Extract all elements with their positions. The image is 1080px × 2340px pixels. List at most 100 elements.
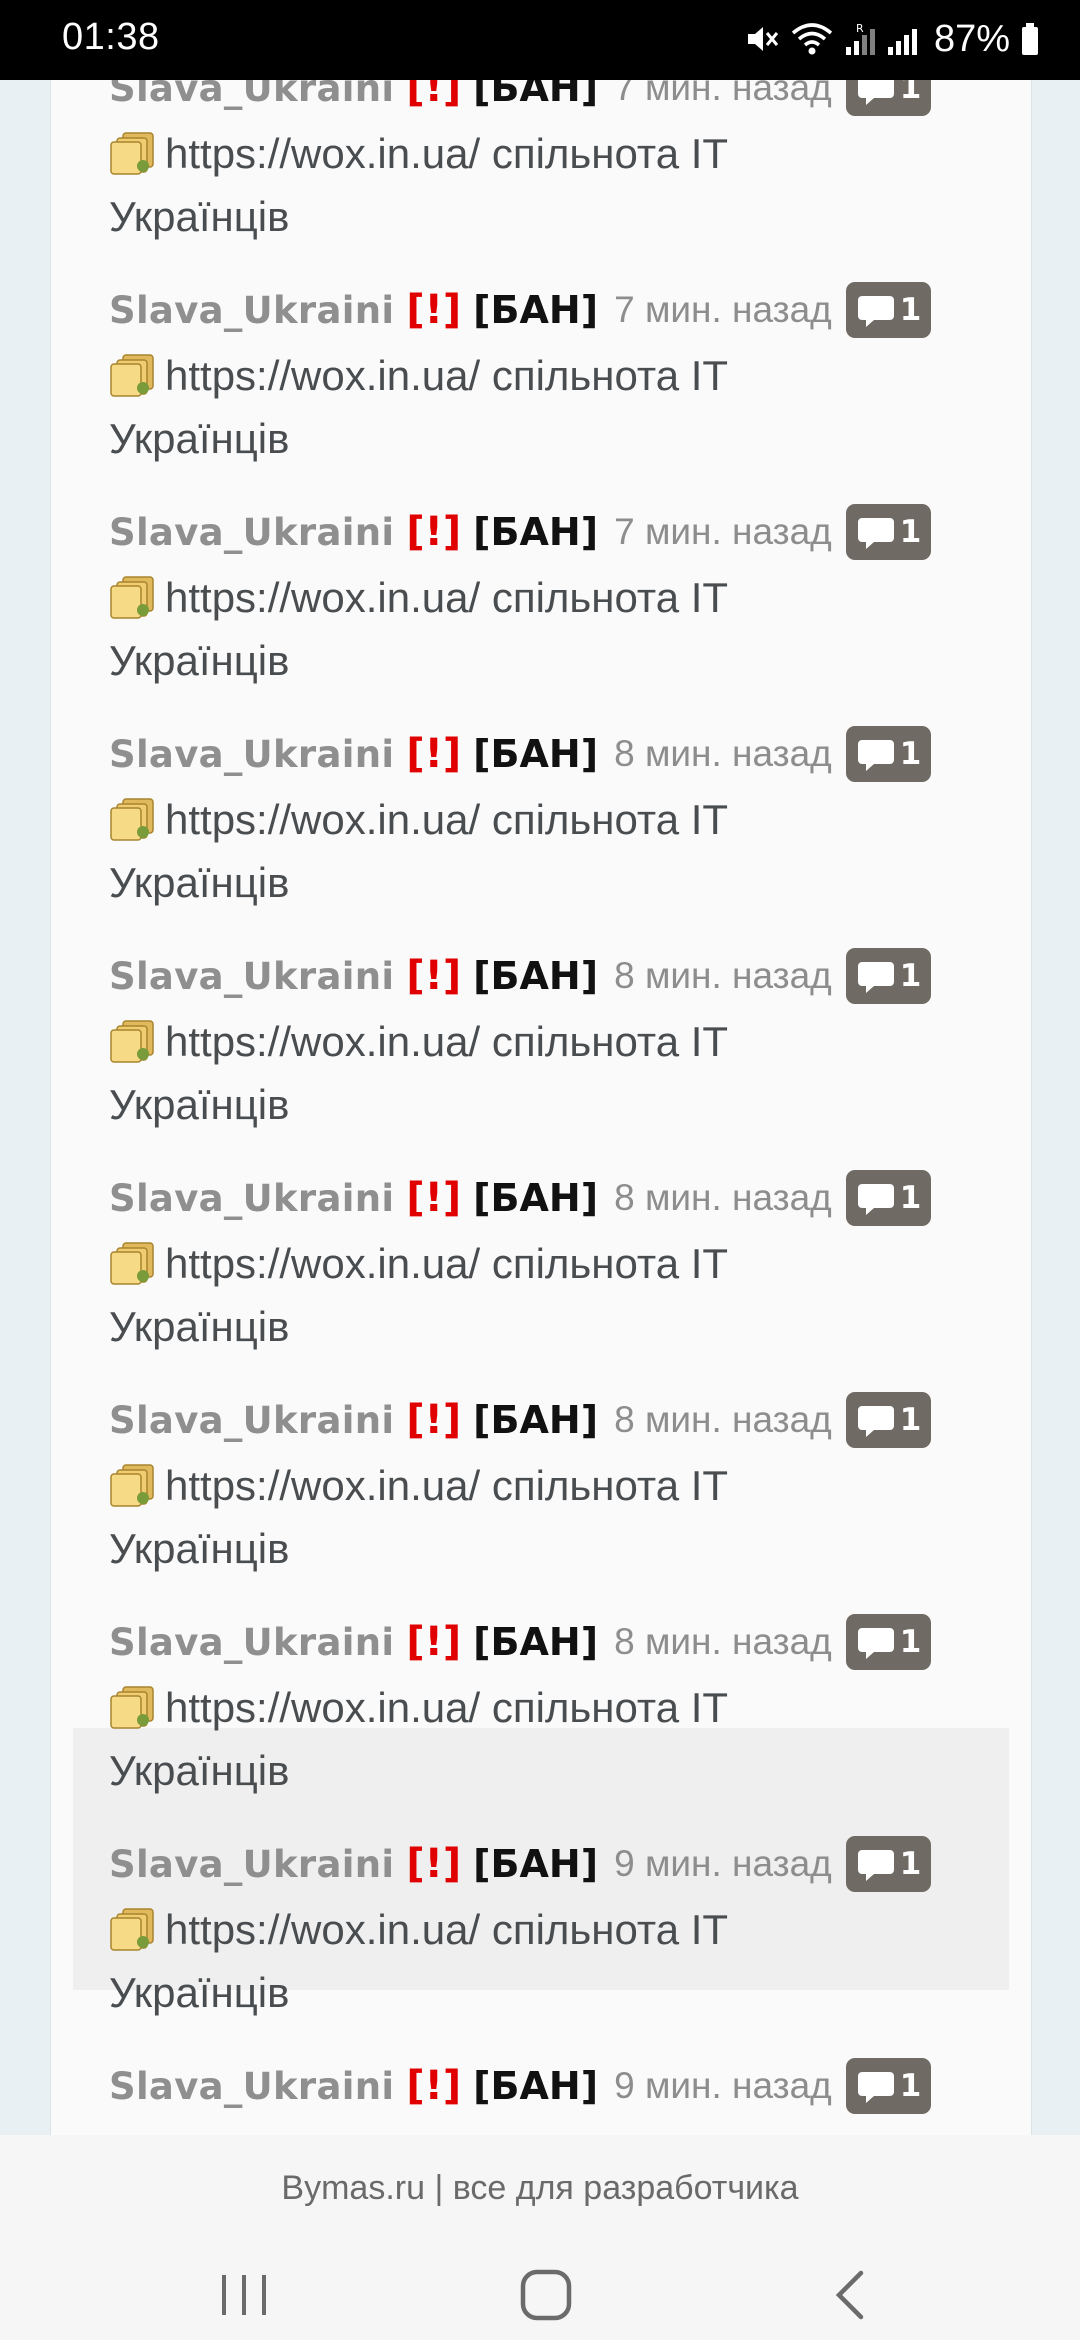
feed-item[interactable]: Slava_Ukraini [!] [БАН] 9 мин. назад 1 (51, 2046, 1031, 2135)
message-content[interactable]: https://wox.in.ua/ спільнота IT Українці… (109, 352, 727, 462)
back-button[interactable] (790, 2255, 910, 2335)
message-content[interactable]: https://wox.in.ua/ спільнота IT Українці… (109, 1240, 727, 1350)
feed-item[interactable]: Slava_Ukraini [!] [БАН] 7 мин. назад 1 https:… (51, 80, 1031, 270)
wifi-icon (791, 23, 833, 55)
recent-apps-icon (222, 2275, 266, 2315)
ban-link[interactable]: [БАН] (473, 1842, 598, 1886)
comment-icon (856, 736, 896, 772)
comment-count-button[interactable]: 1 (845, 2058, 932, 2114)
feed-item[interactable]: Slava_Ukraini [!] [БАН] 8 мин. назад 1 https:… (51, 1380, 1031, 1602)
ban-link[interactable]: [БАН] (473, 80, 598, 110)
ban-link[interactable]: [БАН] (473, 1398, 598, 1442)
comment-icon (856, 514, 896, 550)
comment-icon (856, 1624, 896, 1660)
comment-count-button[interactable]: 1 (845, 1170, 932, 1226)
author-name[interactable]: Slava_Ukraini (109, 80, 394, 110)
author-name[interactable]: Slava_Ukraini (109, 511, 394, 554)
post-time: 7 мин. назад (614, 80, 832, 108)
comment-count: 1 (899, 1846, 922, 1882)
feed-item[interactable]: Slava_Ukraini [!] [БАН] 8 мин. назад 1 https:… (51, 714, 1031, 936)
comment-count: 1 (899, 80, 922, 106)
post-time: 9 мин. назад (614, 1843, 832, 1884)
comment-count: 1 (899, 2068, 922, 2104)
report-flag[interactable]: [!] (406, 287, 461, 333)
item-meta: Slava_Ukraini [!] [БАН] 8 мин. назад 1 (109, 1602, 1031, 1682)
message-text: https://wox.in.ua/ спільнота IT Українці… (109, 344, 869, 470)
ban-link[interactable]: [БАН] (473, 1620, 598, 1664)
message-text: https://wox.in.ua/ спільнота IT Українці… (109, 1676, 869, 1802)
feed-item[interactable]: Slava_Ukraini [!] [БАН] 8 мин. назад 1 https:… (51, 1158, 1031, 1380)
message-content[interactable]: https://wox.in.ua/ спільнота IT Українці… (109, 1684, 727, 1794)
feed-item[interactable]: Slava_Ukraini [!] [БАН] 9 мин. назад 1 https:… (51, 1824, 1031, 2046)
author-name[interactable]: Slava_Ukraini (109, 2065, 394, 2108)
author-name[interactable]: Slava_Ukraini (109, 733, 394, 776)
author-name[interactable]: Slava_Ukraini (109, 1843, 394, 1886)
ban-link[interactable]: [БАН] (473, 510, 598, 554)
ban-link[interactable]: [БАН] (473, 1176, 598, 1220)
feed-item[interactable]: Slava_Ukraini [!] [БАН] 8 мин. назад 1 https:… (51, 936, 1031, 1158)
report-flag[interactable]: [!] (406, 953, 461, 999)
comment-count-button[interactable]: 1 (845, 282, 932, 338)
item-meta: Slava_Ukraini [!] [БАН] 7 мин. назад 1 (109, 492, 1031, 572)
folder-icon (109, 1906, 157, 1952)
message-content[interactable]: https://wox.in.ua/ спільнота IT Українці… (109, 574, 727, 684)
item-meta: Slava_Ukraini [!] [БАН] 9 мин. назад 1 (109, 1824, 1031, 1904)
comment-count-button[interactable]: 1 (845, 726, 932, 782)
message-feed[interactable]: Slava_Ukraini [!] [БАН] 7 мин. назад 1 https:… (51, 80, 1031, 2135)
folder-icon (109, 1240, 157, 1286)
mute-icon (747, 27, 779, 51)
comment-count-button[interactable]: 1 (845, 948, 932, 1004)
report-flag[interactable]: [!] (406, 1397, 461, 1443)
message-text: https://wox.in.ua/ спільнота IT Українці… (109, 122, 869, 248)
status-icons: R 87% (744, 14, 1040, 64)
message-text: https://wox.in.ua/ спільнота IT Українці… (109, 566, 869, 692)
report-flag[interactable]: [!] (406, 1841, 461, 1887)
folder-icon (109, 796, 157, 842)
post-time: 7 мин. назад (614, 289, 832, 330)
message-content[interactable]: https://wox.in.ua/ спільнота IT Українці… (109, 1906, 727, 2016)
comment-count-button[interactable]: 1 (845, 1614, 932, 1670)
report-flag[interactable]: [!] (406, 80, 461, 111)
message-content[interactable]: https://wox.in.ua/ спільнота IT Українці… (109, 130, 727, 240)
feed-item[interactable]: Slava_Ukraini [!] [БАН] 7 мин. назад 1 https:… (51, 492, 1031, 714)
message-text: https://wox.in.ua/ спільнота IT Українці… (109, 788, 869, 914)
author-name[interactable]: Slava_Ukraini (109, 1399, 394, 1442)
message-text: https://wox.in.ua/ спільнота IT Українці… (109, 1454, 869, 1580)
item-meta: Slava_Ukraini [!] [БАН] 8 мин. назад 1 (109, 1158, 1031, 1238)
feed-item[interactable]: Slava_Ukraini [!] [БАН] 8 мин. назад 1 https:… (51, 1602, 1031, 1990)
post-time: 8 мин. назад (614, 733, 832, 774)
author-name[interactable]: Slava_Ukraini (109, 1621, 394, 1664)
ban-link[interactable]: [БАН] (473, 2064, 598, 2108)
home-button[interactable] (486, 2255, 606, 2335)
folder-icon (109, 130, 157, 176)
ban-link[interactable]: [БАН] (473, 732, 598, 776)
author-name[interactable]: Slava_Ukraini (109, 1177, 394, 1220)
author-name[interactable]: Slava_Ukraini (109, 289, 394, 332)
report-flag[interactable]: [!] (406, 1175, 461, 1221)
comment-count: 1 (899, 958, 922, 994)
ban-link[interactable]: [БАН] (473, 954, 598, 998)
report-flag[interactable]: [!] (406, 2063, 461, 2109)
report-flag[interactable]: [!] (406, 731, 461, 777)
comment-count-button[interactable]: 1 (845, 1836, 932, 1892)
recent-apps-button[interactable] (184, 2255, 304, 2335)
report-flag[interactable]: [!] (406, 1619, 461, 1665)
comment-count-button[interactable]: 1 (845, 1392, 932, 1448)
message-content[interactable]: https://wox.in.ua/ спільнота IT Українці… (109, 1018, 727, 1128)
ban-link[interactable]: [БАН] (473, 288, 598, 332)
footer-text[interactable]: Bymas.ru | все для разработчика (0, 2169, 1080, 2208)
home-icon (520, 2269, 572, 2321)
comment-count: 1 (899, 292, 922, 328)
back-icon (835, 2270, 864, 2320)
comment-count-button[interactable]: 1 (845, 80, 932, 116)
message-content[interactable]: https://wox.in.ua/ спільнота IT Українці… (109, 1462, 727, 1572)
comment-count: 1 (899, 1402, 922, 1438)
post-time: 8 мин. назад (614, 1399, 832, 1440)
feed-card[interactable]: Slava_Ukraini [!] [БАН] 7 мин. назад 1 https:… (50, 80, 1032, 2135)
comment-count-button[interactable]: 1 (845, 504, 932, 560)
feed-item[interactable]: Slava_Ukraini [!] [БАН] 7 мин. назад 1 https:… (51, 270, 1031, 492)
author-name[interactable]: Slava_Ukraini (109, 955, 394, 998)
footer: Bymas.ru | все для разработчика (0, 2135, 1080, 2340)
message-content[interactable]: https://wox.in.ua/ спільнота IT Українці… (109, 796, 727, 906)
report-flag[interactable]: [!] (406, 509, 461, 555)
